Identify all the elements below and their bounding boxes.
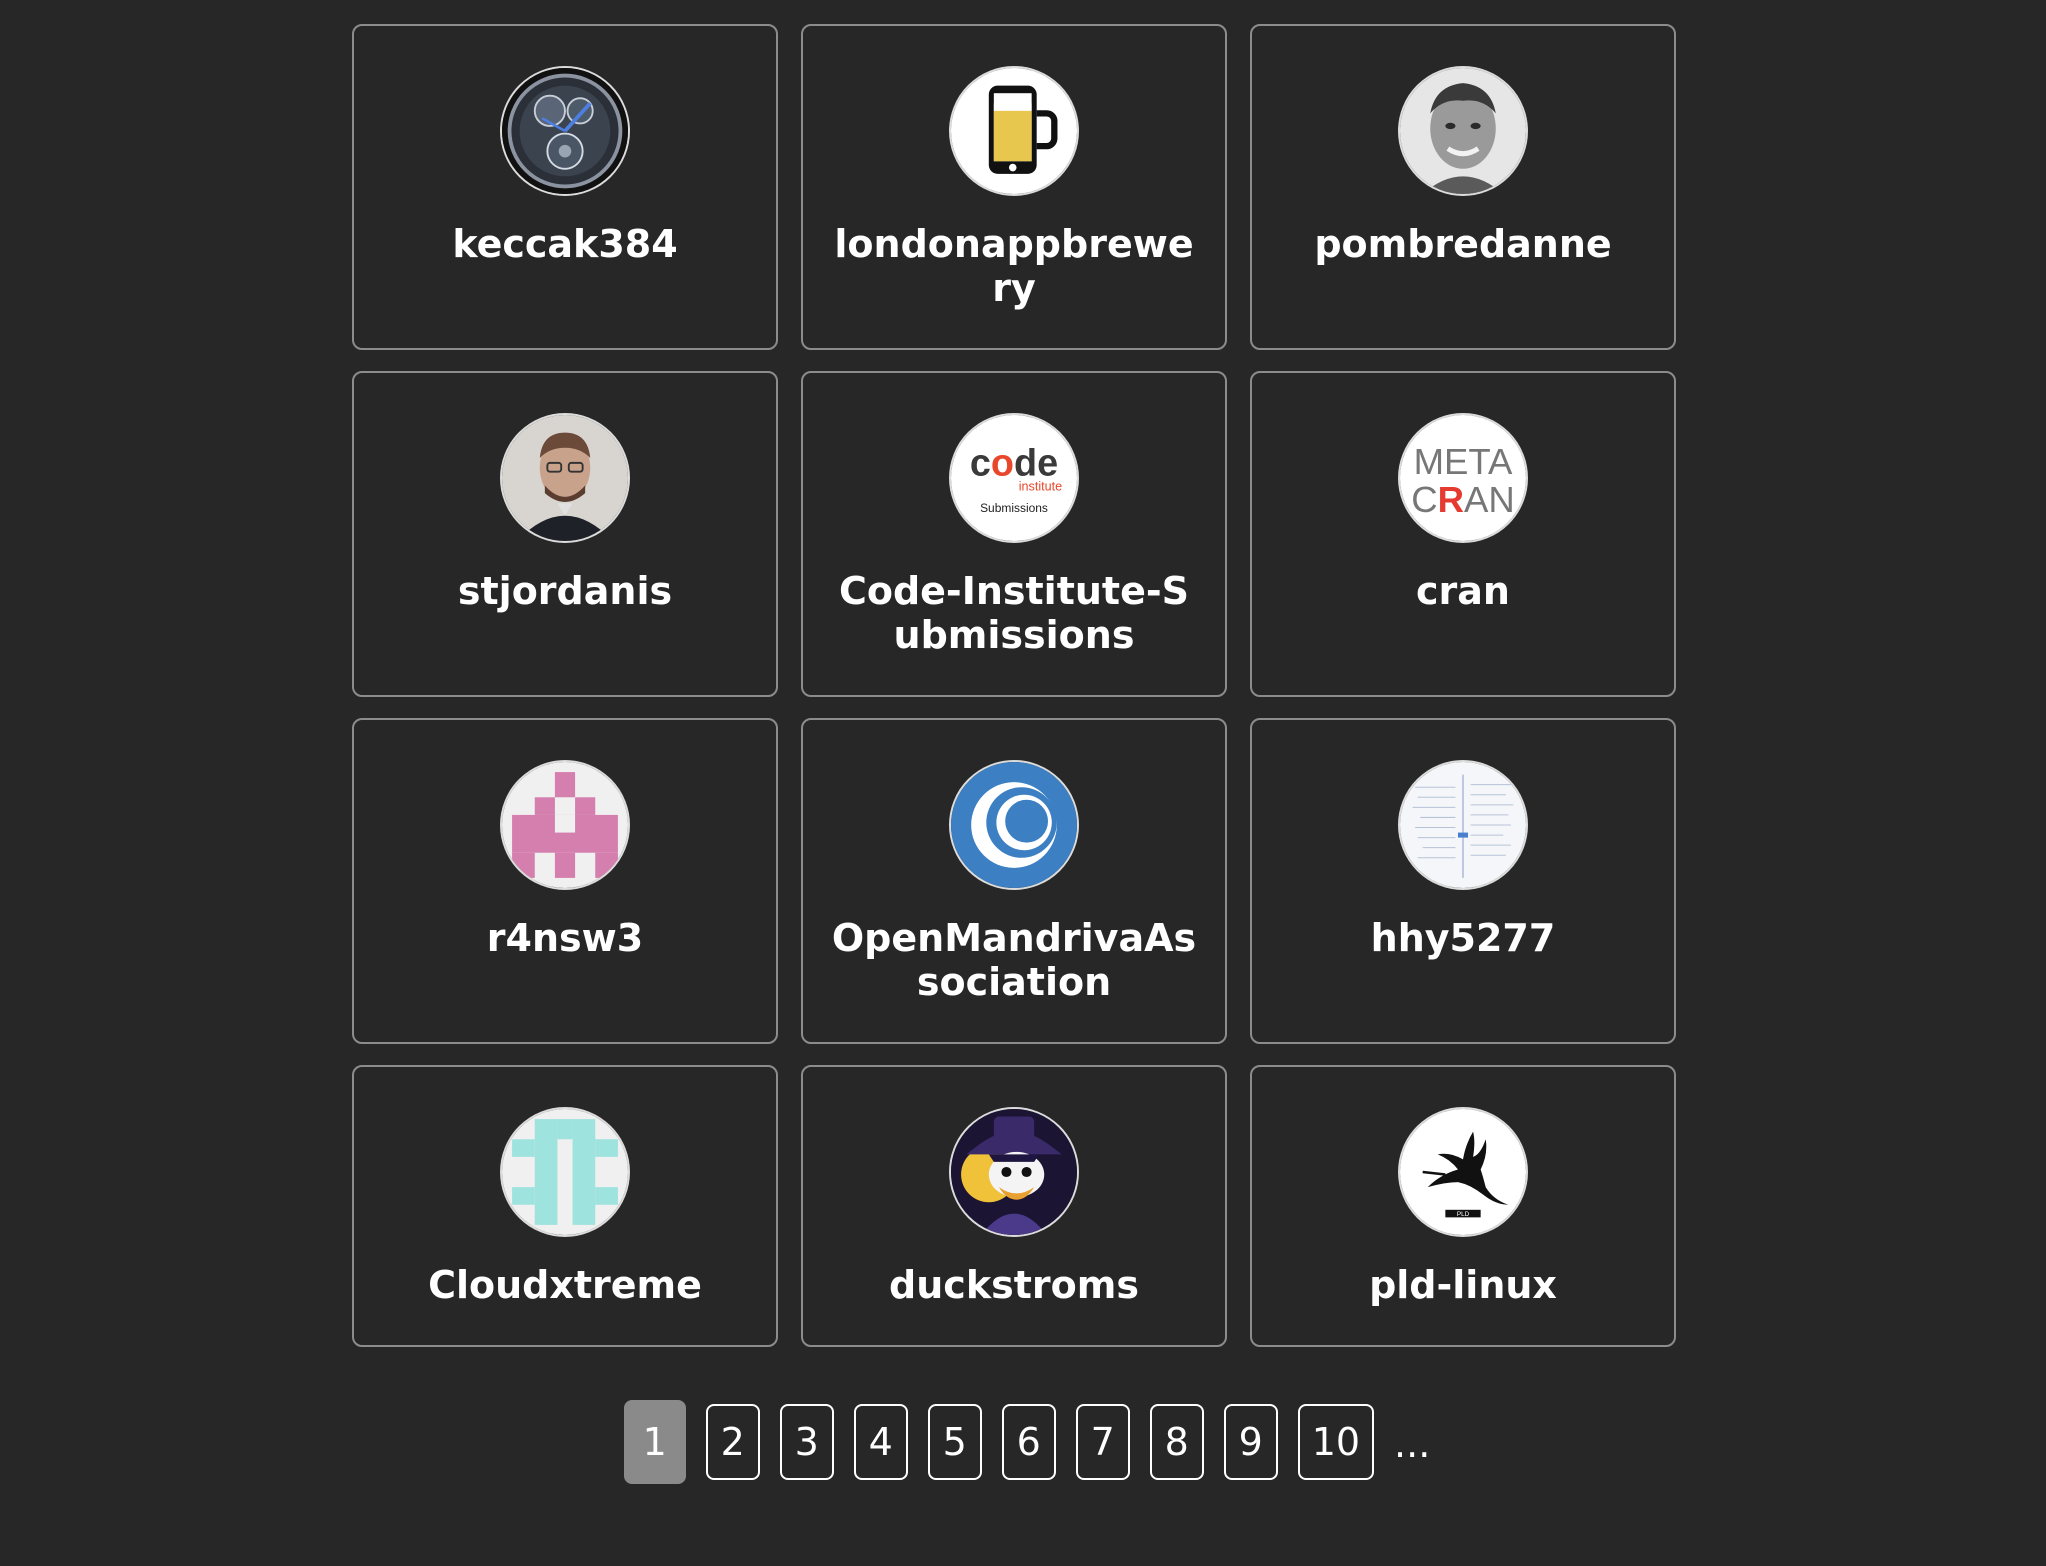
user-card[interactable]: META CRAN cran [1250,371,1676,697]
user-grid: keccak384 londonappbrewery pombredanne s… [352,24,1676,1347]
mindmap-avatar-icon [1398,760,1528,890]
svg-text:institute: institute [1019,480,1062,494]
svg-text:PLD: PLD [1457,1211,1470,1218]
user-name[interactable]: pombredanne [1278,222,1648,266]
user-card[interactable]: OpenMandrivaAssociation [801,718,1227,1044]
svg-text:code: code [970,442,1058,484]
user-card[interactable]: r4nsw3 [352,718,778,1044]
page-button-8[interactable]: 8 [1149,1404,1204,1480]
page-button-6[interactable]: 6 [1001,1404,1056,1480]
svg-text:META: META [1414,441,1513,482]
user-name[interactable]: hhy5277 [1278,916,1648,960]
user-name[interactable]: londonappbrewery [829,222,1199,310]
user-card[interactable]: code institute Submissions Code-Institut… [801,371,1227,697]
pagination: 1 2 3 4 5 6 7 8 9 10 ... [0,1400,2046,1484]
svg-text:CRAN: CRAN [1411,479,1515,520]
page-button-7[interactable]: 7 [1075,1404,1130,1480]
page-button-9[interactable]: 9 [1223,1404,1278,1480]
beer-phone-avatar-icon [949,66,1079,196]
user-name[interactable]: OpenMandrivaAssociation [829,916,1199,1004]
user-name[interactable]: duckstroms [829,1263,1199,1307]
metacran-logo-icon: META CRAN [1398,413,1528,543]
pagination-ellipsis: ... [1394,1422,1431,1466]
user-card[interactable]: pombredanne [1250,24,1676,350]
user-name[interactable]: cran [1278,569,1648,613]
code-institute-logo-icon: code institute Submissions [949,413,1079,543]
portrait-avatar-icon [500,413,630,543]
user-name[interactable]: stjordanis [380,569,750,613]
user-card[interactable]: Cloudxtreme [352,1065,778,1347]
portrait-avatar-icon [1398,66,1528,196]
identicon-avatar-icon [500,1107,630,1237]
duck-avatar-icon [949,1107,1079,1237]
page-button-3[interactable]: 3 [779,1404,834,1480]
user-card[interactable]: hhy5277 [1250,718,1676,1044]
user-name[interactable]: r4nsw3 [380,916,750,960]
user-card[interactable]: keccak384 [352,24,778,350]
openmandriva-logo-icon [949,760,1079,890]
user-card[interactable]: londonappbrewery [801,24,1227,350]
page: keccak384 londonappbrewery pombredanne s… [0,0,2046,1566]
page-button-10[interactable]: 10 [1297,1404,1375,1480]
page-button-5[interactable]: 5 [927,1404,982,1480]
svg-text:Submissions: Submissions [980,501,1048,515]
user-name[interactable]: Cloudxtreme [380,1263,750,1307]
page-button-1[interactable]: 1 [623,1400,686,1484]
stork-logo-icon: PLD [1398,1107,1528,1237]
user-card[interactable]: PLD pld-linux [1250,1065,1676,1347]
user-card[interactable]: stjordanis [352,371,778,697]
page-button-2[interactable]: 2 [705,1404,760,1480]
watch-avatar-icon [500,66,630,196]
page-button-4[interactable]: 4 [853,1404,908,1480]
user-name[interactable]: pld-linux [1278,1263,1648,1307]
user-name[interactable]: keccak384 [380,222,750,266]
user-card[interactable]: duckstroms [801,1065,1227,1347]
identicon-avatar-icon [500,760,630,890]
user-name[interactable]: Code-Institute-Submissions [829,569,1199,657]
